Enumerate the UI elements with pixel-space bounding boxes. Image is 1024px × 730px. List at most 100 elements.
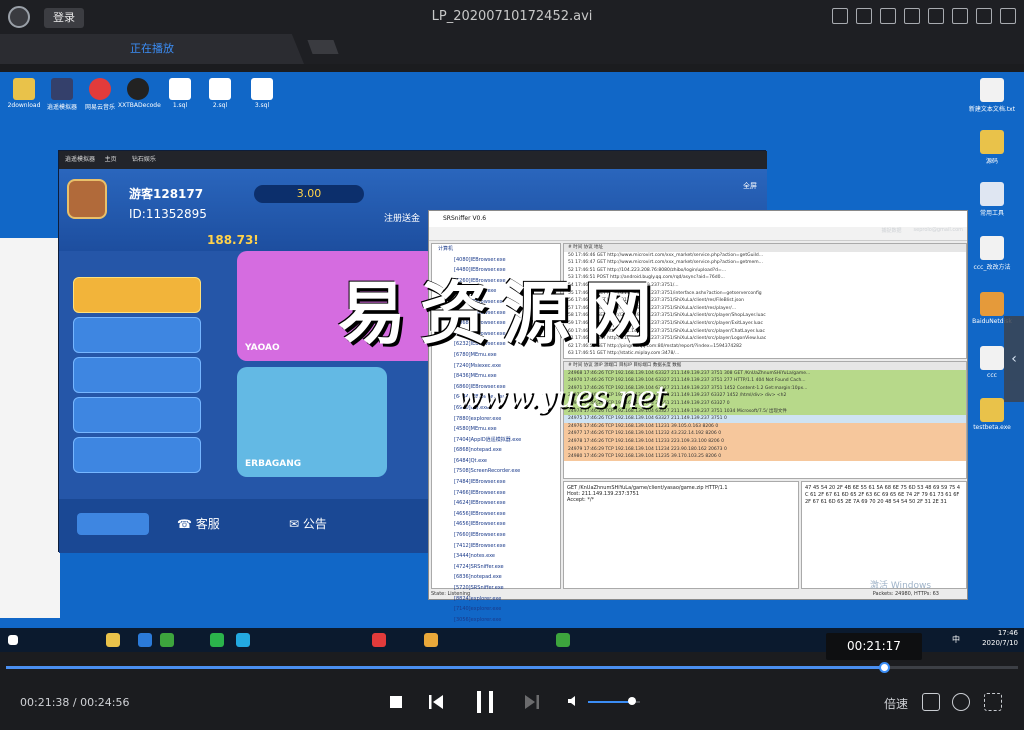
volume-icon[interactable] xyxy=(568,695,580,707)
tcp-packet-row[interactable]: 24980 17:46:29 TCP 192.168.139.104 11235… xyxy=(564,453,966,461)
desktop-icon: XXTBADecode xyxy=(118,78,161,109)
ime-indicator[interactable]: 中 xyxy=(952,634,960,645)
taskbar-app-icon[interactable] xyxy=(210,633,224,647)
process-item[interactable]: [7412]IEBrowser.exe xyxy=(432,541,560,552)
desktop-icon: ccc_改改方法 xyxy=(966,236,1018,271)
maximize-icon[interactable] xyxy=(976,8,992,24)
close-icon[interactable] xyxy=(1000,8,1016,24)
sniffer-title: SRSniffer V0.6 xyxy=(429,211,967,227)
seek-bar[interactable] xyxy=(6,662,1018,673)
player-id: ID:11352895 xyxy=(129,207,207,221)
emulator-tab[interactable]: 逍遥模拟器 xyxy=(65,156,95,163)
time-display: 00:21:38 / 00:24:56 xyxy=(20,696,130,709)
pin-icon[interactable] xyxy=(880,8,896,24)
register-bonus-label[interactable]: 注册送金 xyxy=(384,211,420,224)
process-item[interactable]: [4724]SRSniffer.exe xyxy=(432,562,560,573)
folder-icon[interactable] xyxy=(904,8,920,24)
next-button[interactable] xyxy=(524,693,540,711)
http-list-header: # 时间 协议 地址 xyxy=(564,244,966,252)
emulator-tab[interactable]: 主页 xyxy=(105,156,117,163)
taskbar-app-icon[interactable] xyxy=(556,633,570,647)
player-avatar[interactable] xyxy=(67,179,107,219)
jackpot-amount: 188.73! xyxy=(207,233,259,247)
process-item[interactable]: [4656]IEBrowser.exe xyxy=(432,519,560,530)
game-menu-item[interactable] xyxy=(73,397,201,433)
emulator-tab[interactable]: 钻石娱乐 xyxy=(132,156,156,163)
process-item[interactable]: [4580]MEmu.exe xyxy=(432,424,560,435)
taskbar-app-icon[interactable] xyxy=(424,633,438,647)
taskbar-app-icon[interactable] xyxy=(106,633,120,647)
recharge-button[interactable] xyxy=(77,513,149,535)
process-item[interactable]: [7508]ScreenRecorder.exe xyxy=(432,466,560,477)
taskbar-app-icon[interactable] xyxy=(138,633,152,647)
stop-button[interactable] xyxy=(390,696,402,708)
service-button[interactable]: ☎ 客服 xyxy=(177,515,220,532)
seek-bar-handle[interactable] xyxy=(879,662,891,673)
process-item[interactable]: [7880]explorer.exe xyxy=(432,414,560,425)
process-item[interactable]: [6868]notepad.exe xyxy=(432,445,560,456)
seek-bar-played xyxy=(6,666,885,669)
taskbar-app-icon[interactable] xyxy=(372,633,386,647)
process-item[interactable]: [7484]IEBrowser.exe xyxy=(432,477,560,488)
coin-balance: 3.00 xyxy=(254,185,364,203)
menu-icon[interactable] xyxy=(928,8,944,24)
seek-time-tooltip: 00:21:17 xyxy=(826,633,922,660)
tcp-packet-row[interactable]: 24977 17:46:26 TCP 192.168.139.104 11232… xyxy=(564,430,966,438)
game-menu-item[interactable] xyxy=(73,357,201,393)
packet-hex: 47 45 54 20 2F 4B 6E 55 61 5A 68 6E 75 6… xyxy=(801,481,967,589)
game-menu-item[interactable] xyxy=(73,437,201,473)
tcp-list-header: # 时间 协议 源IP 源端口 目标IP 目标端口 数据长度 数据 xyxy=(564,362,966,370)
process-item[interactable]: [6836]notepad.exe xyxy=(432,572,560,583)
game-card-erbagang[interactable]: ERBAGANG xyxy=(237,367,387,477)
pause-button[interactable] xyxy=(474,690,496,714)
desktop-icon: testbeta.exe xyxy=(966,398,1018,431)
game-menu-item[interactable] xyxy=(73,277,201,313)
tcp-packet-list[interactable]: # 时间 协议 源IP 源端口 目标IP 目标端口 数据长度 数据 24968 … xyxy=(563,361,967,479)
desktop-icon: 1.sql xyxy=(160,78,200,109)
mini-mode-icon[interactable] xyxy=(832,8,848,24)
fullscreen-button[interactable]: 全屏 xyxy=(743,181,757,191)
process-item[interactable]: [3444]notes.exe xyxy=(432,551,560,562)
side-panel-toggle[interactable]: ‹ xyxy=(1004,316,1024,402)
fullscreen-icon[interactable] xyxy=(984,693,1002,711)
sniffer-email: seprolo@gmail.com xyxy=(913,227,963,233)
tree-root[interactable]: 计算机 xyxy=(432,244,560,255)
game-menu-item[interactable] xyxy=(73,317,201,353)
notice-label: 公告 xyxy=(302,517,327,531)
notice-button[interactable]: ✉ 公告 xyxy=(289,515,327,532)
desktop-icon: 逍遥模拟器 xyxy=(42,78,82,111)
new-tab-button[interactable] xyxy=(307,40,339,54)
previous-button[interactable] xyxy=(428,693,444,711)
screenshot-icon[interactable] xyxy=(856,8,872,24)
process-item[interactable]: [7140]explorer.exe xyxy=(432,604,560,615)
control-bar xyxy=(0,674,1024,730)
process-item[interactable]: [7404]AppID逍遥模拟器.exe xyxy=(432,435,560,446)
emulator-tabbar: 逍遥模拟器 主页 钻石娱乐 xyxy=(59,151,767,169)
process-item[interactable]: [7466]IEBrowser.exe xyxy=(432,488,560,499)
capture-checkbox[interactable]: 捕捉数据 xyxy=(882,227,902,234)
process-item[interactable]: [6484]Qt.exe xyxy=(432,456,560,467)
process-item[interactable]: [4624]IEBrowser.exe xyxy=(432,498,560,509)
start-icon[interactable] xyxy=(8,635,18,645)
process-item[interactable]: [7660]IEBrowser.exe xyxy=(432,530,560,541)
desktop-icon: 常用工具 xyxy=(966,182,1018,217)
desktop-icon: 2.sql xyxy=(200,78,240,109)
process-item[interactable]: [3056]explorer.exe xyxy=(432,615,560,626)
tcp-packet-row[interactable]: 24979 17:46:29 TCP 192.168.139.104 11234… xyxy=(564,445,966,454)
process-item[interactable]: [4656]IEBrowser.exe xyxy=(432,509,560,520)
toolbox-icon[interactable] xyxy=(922,693,940,711)
game-card-label: ERBAGANG xyxy=(245,459,302,469)
process-item[interactable]: [7240]Msiexec.exe xyxy=(432,361,560,372)
settings-icon[interactable] xyxy=(952,693,970,711)
tcp-packet-row[interactable]: 24976 17:46:26 TCP 192.168.139.104 11231… xyxy=(564,422,966,431)
tcp-packet-row[interactable]: 24975 17:46:26 TCP 192.168.139.104 63327… xyxy=(564,415,966,423)
tcp-packet-row[interactable]: 24968 17:46:26 TCP 192.168.139.104 63327… xyxy=(564,369,966,378)
speed-button[interactable]: 倍速 xyxy=(884,695,908,712)
tcp-packet-row[interactable]: 24978 17:46:26 TCP 192.168.139.104 11233… xyxy=(564,437,966,446)
taskbar-app-icon[interactable] xyxy=(236,633,250,647)
taskbar-app-icon[interactable] xyxy=(160,633,174,647)
watermark-url: www.yues.net xyxy=(456,380,668,415)
minimize-icon[interactable] xyxy=(952,8,968,24)
service-label: 客服 xyxy=(195,517,220,531)
desktop-icon: 网易云音乐 xyxy=(80,78,120,111)
